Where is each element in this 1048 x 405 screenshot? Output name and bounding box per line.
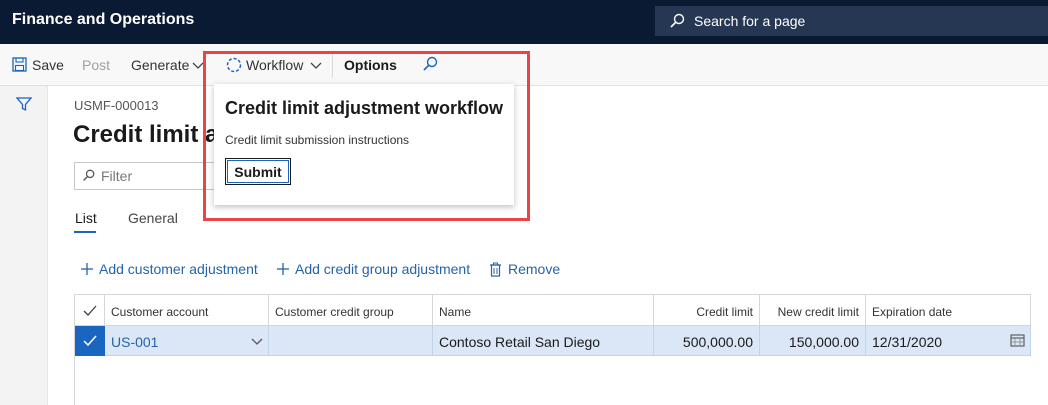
search-icon[interactable] (422, 56, 438, 72)
filter-input[interactable] (74, 162, 219, 190)
search-page-box[interactable]: Search for a page (655, 6, 1048, 36)
post-button[interactable]: Post (82, 57, 110, 73)
add-credit-group-adjustment-label: Add credit group adjustment (295, 261, 471, 277)
action-divider (332, 52, 333, 78)
customer-credit-group-cell[interactable] (269, 326, 433, 356)
name-cell[interactable]: Contoso Retail San Diego (433, 326, 654, 356)
tab-general[interactable]: General (128, 210, 178, 226)
column-header-credit-limit[interactable]: Credit limit (654, 294, 760, 326)
search-label: Search for a page (694, 13, 806, 29)
remove-label: Remove (508, 261, 561, 277)
trash-icon (490, 262, 501, 277)
search-icon (670, 13, 685, 28)
workflow-icon (226, 57, 242, 73)
save-label: Save (32, 57, 64, 73)
plus-icon (277, 263, 289, 275)
options-button[interactable]: Options (344, 57, 397, 73)
chevron-down-icon (192, 62, 204, 69)
row-selected-checkbox[interactable] (75, 326, 105, 356)
plus-icon (81, 263, 93, 275)
column-header-name[interactable]: Name (433, 294, 654, 326)
new-credit-limit-cell[interactable]: 150,000.00 (760, 326, 866, 356)
app-title[interactable]: Finance and Operations (12, 11, 194, 29)
expiration-date-value: 12/31/2020 (872, 334, 943, 350)
column-header-expiration-date[interactable]: Expiration date (866, 294, 1031, 326)
record-id: USMF-000013 (74, 98, 159, 113)
checkmark-icon (83, 335, 97, 347)
left-rail (0, 86, 48, 405)
customer-account-cell[interactable]: US-001 (105, 326, 269, 356)
add-customer-adjustment-label: Add customer adjustment (99, 261, 258, 277)
search-icon (83, 169, 95, 181)
table-row[interactable]: US-001 Contoso Retail San Diego 500,000.… (75, 326, 1031, 356)
workflow-flyout: Credit limit adjustment workflow Credit … (214, 84, 514, 205)
filter-icon[interactable] (16, 96, 32, 112)
adjustments-grid: Customer account Customer credit group N… (74, 294, 1031, 405)
customer-account-value: US-001 (111, 334, 159, 350)
generate-label: Generate (131, 57, 190, 73)
workflow-label: Workflow (246, 57, 304, 73)
page-title: Credit limit adjustment (73, 121, 223, 148)
column-header-customer-account[interactable]: Customer account (105, 294, 269, 326)
credit-limit-cell[interactable]: 500,000.00 (654, 326, 760, 356)
calendar-icon[interactable] (1010, 334, 1025, 347)
checkmark-icon (83, 305, 97, 316)
select-all-header[interactable] (75, 294, 105, 326)
top-navigation-bar: Finance and Operations Search for a page (0, 0, 1048, 44)
tab-selected-indicator (74, 231, 96, 233)
column-header-customer-credit-group[interactable]: Customer credit group (269, 294, 433, 326)
tab-list[interactable]: List (75, 210, 97, 226)
expiration-date-cell[interactable]: 12/31/2020 (866, 326, 1031, 356)
chevron-down-icon (310, 62, 322, 69)
column-header-new-credit-limit[interactable]: New credit limit (760, 294, 866, 326)
submit-button[interactable]: Submit (224, 157, 292, 186)
chevron-down-icon (251, 338, 263, 345)
flyout-title: Credit limit adjustment workflow (225, 98, 504, 118)
save-icon (12, 57, 27, 72)
action-pane: Save Post Generate Workflow Options (0, 44, 1048, 86)
flyout-instructions: Credit limit submission instructions (225, 133, 410, 147)
